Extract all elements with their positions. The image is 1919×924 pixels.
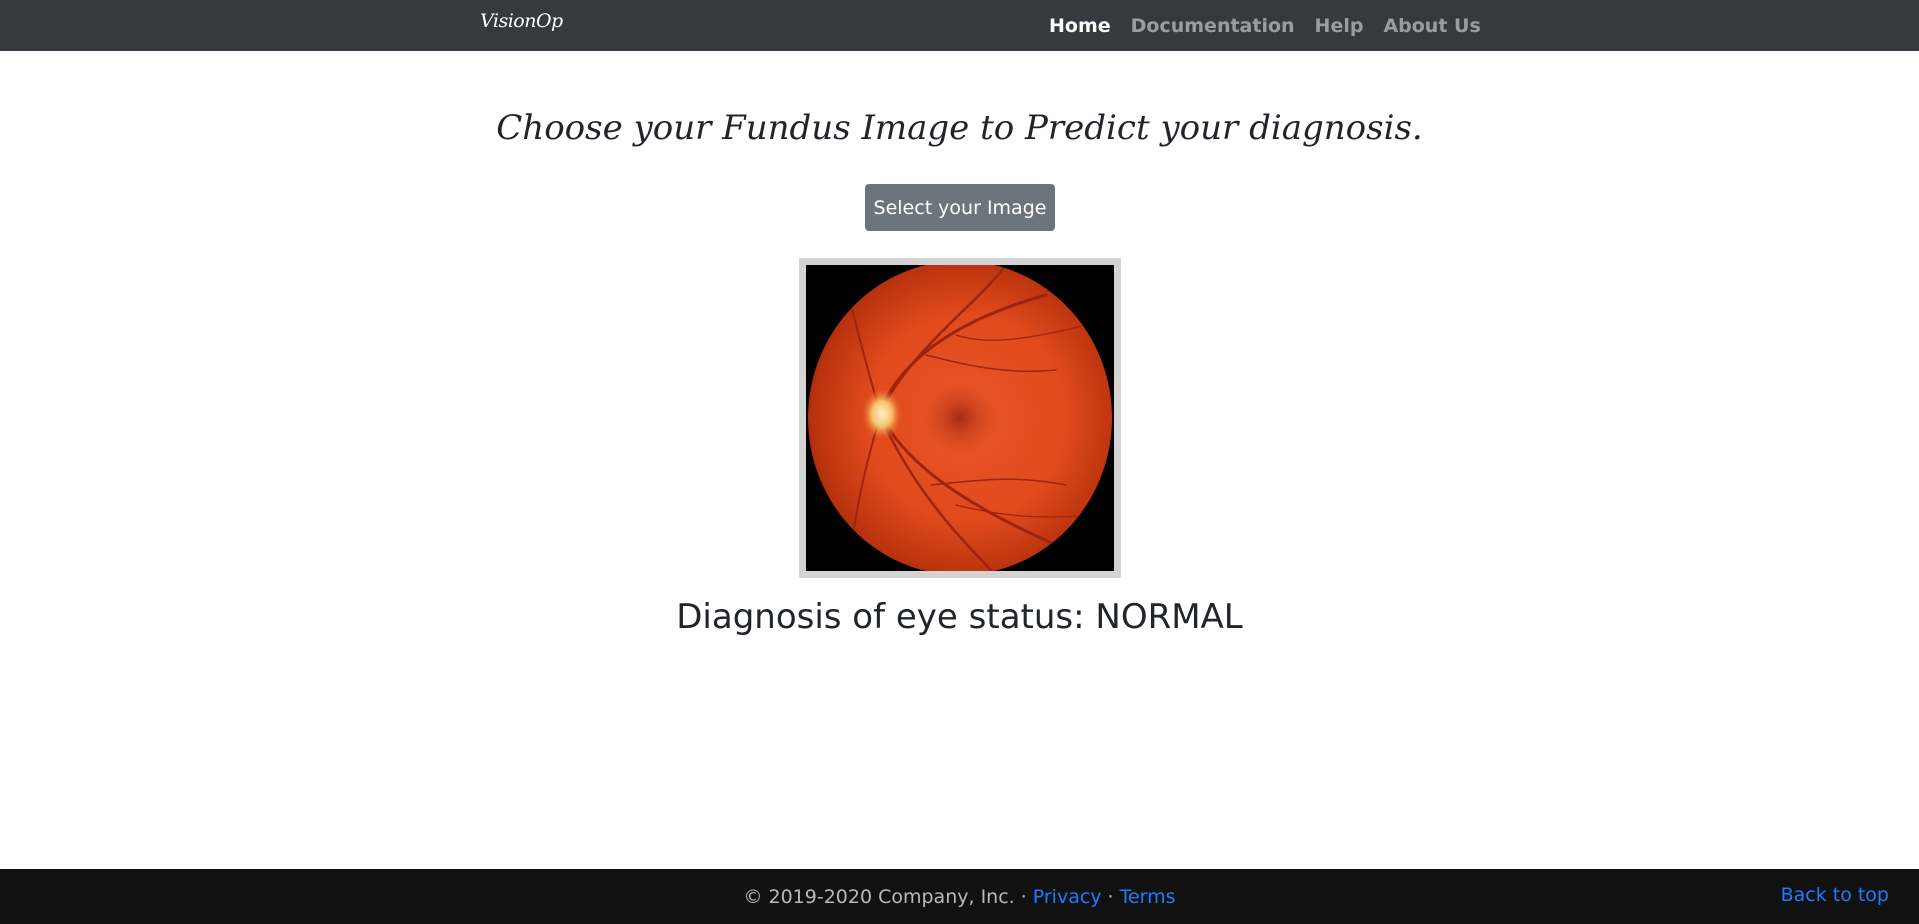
footer-separator: ·: [1020, 885, 1027, 908]
page-footer: © 2019-2020 Company, Inc. · Privacy · Te…: [0, 869, 1919, 924]
select-image-button[interactable]: Select your Image: [865, 184, 1055, 231]
page-headline: Choose your Fundus Image to Predict your…: [496, 108, 1423, 148]
copyright-text: © 2019-2020 Company, Inc.: [743, 885, 1015, 908]
nav-documentation[interactable]: Documentation: [1131, 15, 1295, 37]
top-navbar: VisionOp Home Documentation Help About U…: [0, 0, 1919, 51]
nav-about-us[interactable]: About Us: [1383, 15, 1480, 37]
privacy-link[interactable]: Privacy: [1033, 886, 1102, 908]
terms-link[interactable]: Terms: [1120, 886, 1176, 908]
footer-separator: ·: [1107, 885, 1114, 908]
back-to-top-link[interactable]: Back to top: [1781, 884, 1889, 906]
footer-links: © 2019-2020 Company, Inc. · Privacy · Te…: [0, 869, 1919, 924]
nav-home[interactable]: Home: [1049, 15, 1111, 37]
diagnosis-result: Diagnosis of eye status: NORMAL: [676, 597, 1243, 637]
fundus-image-preview: [799, 258, 1121, 578]
nav-help[interactable]: Help: [1315, 15, 1364, 37]
nav-links: Home Documentation Help About Us: [1049, 0, 1481, 51]
brand-logo[interactable]: VisionOp: [480, 10, 563, 32]
fundus-image: [806, 265, 1114, 571]
